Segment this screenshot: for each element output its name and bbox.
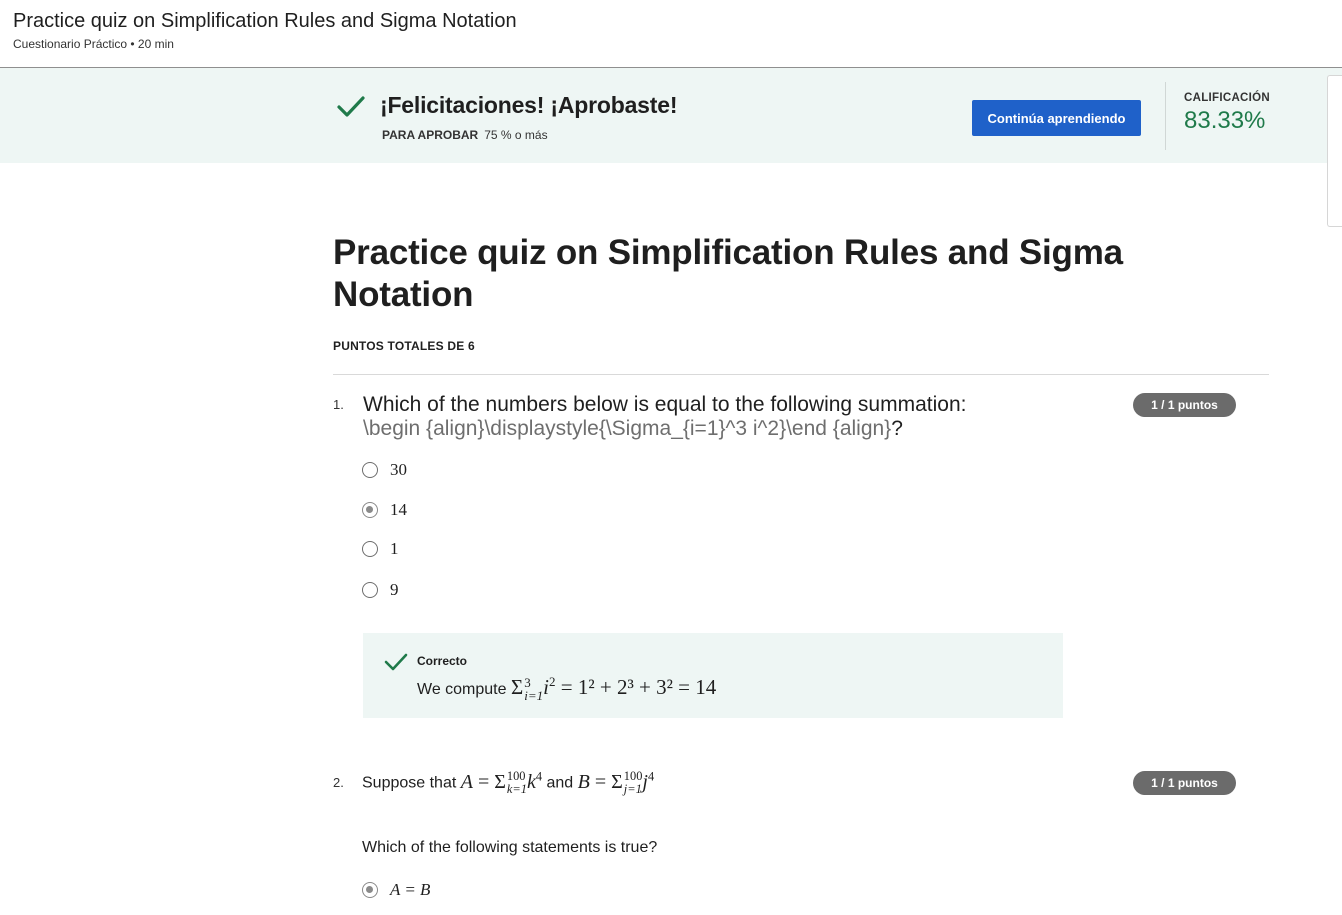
question-number: 1. [333, 397, 344, 412]
question-prompt: Suppose that [362, 774, 457, 792]
answer-option[interactable]: 9 [362, 579, 399, 601]
feedback-explanation: We compute Σ 3 i=1 i2 = 1² + 2³ + 3² = 14 [417, 675, 716, 703]
grade-value: 83.33% [1184, 107, 1266, 134]
pass-label: PARA APROBAR [382, 128, 479, 142]
radio-button[interactable] [362, 582, 378, 598]
option-label: A = B [390, 880, 431, 899]
side-panel-edge [1327, 75, 1342, 227]
page-header-title: Practice quiz on Simplification Rules an… [13, 10, 517, 32]
points-badge: 1 / 1 puntos [1133, 771, 1236, 795]
section-divider [333, 374, 1269, 375]
option-label: 14 [390, 500, 407, 519]
question-mark: ? [891, 417, 903, 440]
quiz-title: Practice quiz on Simplification Rules an… [333, 233, 1123, 314]
sum-lower-limit: k=1 [506, 782, 527, 797]
option-label: 1 [390, 539, 399, 558]
option-label: 30 [390, 460, 407, 479]
equation-b: B = Σ 100 j=1 j4 [577, 768, 655, 797]
question-text: Suppose that A = Σ 100 k=1 k4 and B = Σ 100 j… [362, 768, 655, 797]
pass-value: 75 % o más [484, 128, 548, 142]
passed-title: ¡Felicitaciones! ¡Aprobaste! [380, 92, 678, 118]
question-prompt: Which of the numbers below is equal to t… [363, 393, 967, 416]
answer-option-selected[interactable]: A = B [362, 879, 430, 901]
question-number: 2. [333, 775, 344, 790]
check-icon [337, 96, 365, 117]
total-points: PUNTOS TOTALES DE 6 [333, 339, 475, 353]
feedback-prefix: We compute [417, 681, 507, 698]
grade-label: CALIFICACIÓN [1184, 92, 1271, 104]
pass-requirement: PARA APROBAR 75 % o más [382, 128, 548, 142]
answer-option[interactable]: 30 [362, 459, 407, 481]
continue-learning-button[interactable]: Continúa aprendiendo [972, 100, 1141, 136]
feedback-status: Correcto [417, 654, 468, 668]
feedback-equation: Σ 3 i=1 i2 = 1² + 2³ + 3² = 14 [510, 674, 717, 704]
equation-a: A = Σ 100 k=1 k4 [460, 768, 543, 797]
question-subtext: Which of the following statements is tru… [362, 839, 658, 856]
option-label: 9 [390, 580, 399, 599]
sum-lower-limit: i=1 [524, 688, 544, 704]
points-badge: 1 / 1 puntos [1133, 393, 1236, 417]
radio-button-selected[interactable] [362, 882, 378, 898]
sum-upper-limit: 3 [524, 674, 531, 690]
radio-button-selected[interactable] [362, 502, 378, 518]
question-latex: \begin {align}\displaystyle{\Sigma_{i=1}… [363, 417, 892, 440]
check-icon [384, 653, 408, 671]
radio-button[interactable] [362, 462, 378, 478]
sum-lower-limit: j=1 [623, 782, 642, 797]
answer-option-selected[interactable]: 14 [362, 499, 407, 521]
conjunction: and [546, 774, 574, 792]
equation-rhs: = 1² + 2³ + 3² = 14 [560, 675, 717, 699]
banner-divider [1165, 82, 1166, 150]
answer-option[interactable]: 1 [362, 538, 399, 560]
page-header-subtitle: Cuestionario Práctico • 20 min [13, 37, 174, 51]
feedback-correct: Correcto We compute Σ 3 i=1 i2 = 1² + 2³ + … [363, 633, 1063, 718]
question-text: Which of the numbers below is equal to t… [363, 393, 1123, 441]
top-header: Practice quiz on Simplification Rules an… [0, 0, 1342, 68]
radio-button[interactable] [362, 541, 378, 557]
